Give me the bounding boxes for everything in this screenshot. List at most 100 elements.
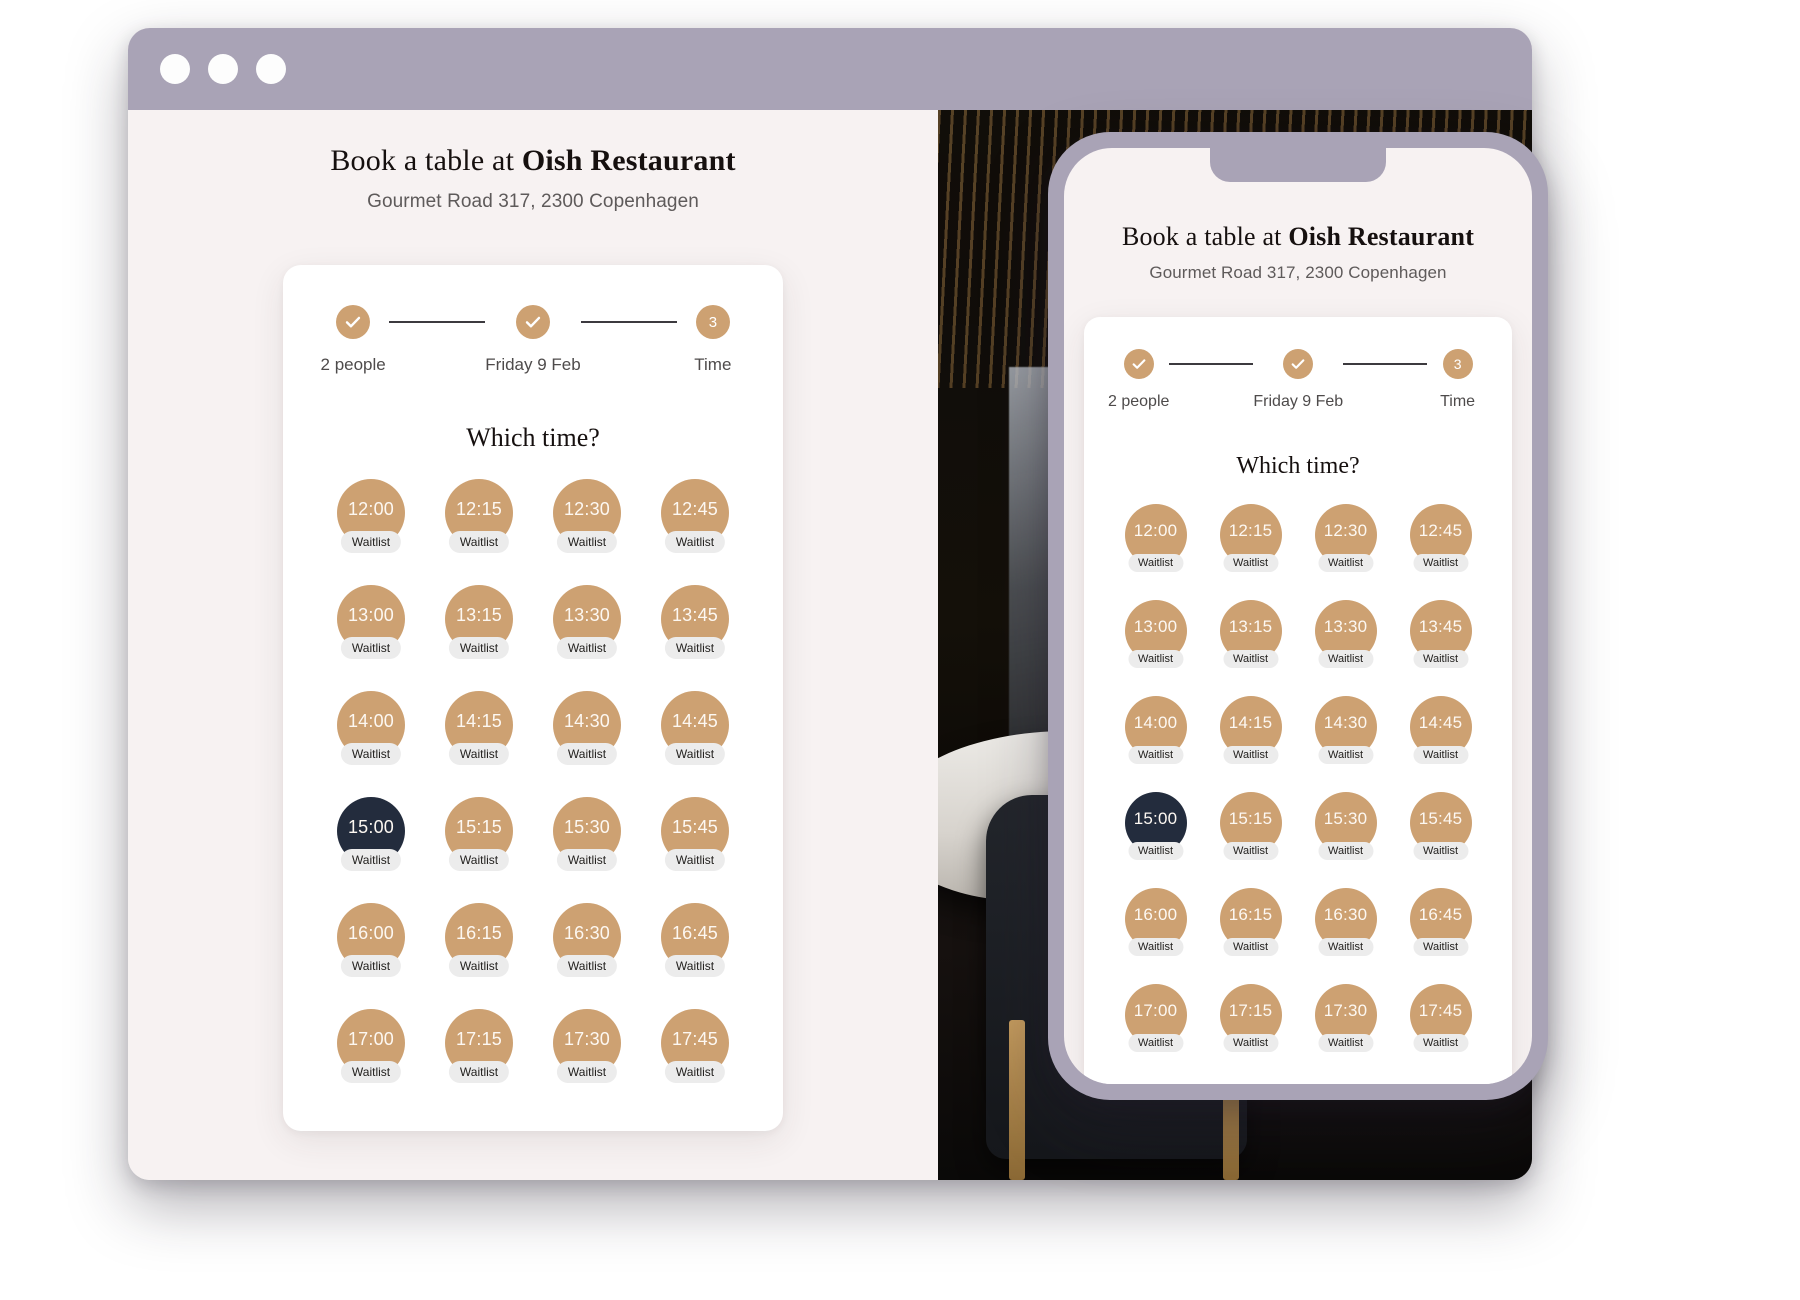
stepper-step-time-mobile[interactable]: 3 Time <box>1427 349 1488 411</box>
time-slot-label: 13:00 <box>1133 617 1178 636</box>
time-slot-1730[interactable]: 17:30 Waitlist <box>553 1009 621 1083</box>
restaurant-address-mobile: Gourmet Road 317, 2300 Copenhagen <box>1149 263 1447 282</box>
waitlist-badge: Waitlist <box>664 955 726 977</box>
time-slot-1645-mobile[interactable]: 16:45 Waitlist <box>1409 888 1472 956</box>
time-slot-1245-mobile[interactable]: 12:45 Waitlist <box>1409 504 1472 572</box>
restaurant-name-mobile: Oish Restaurant <box>1288 222 1475 251</box>
time-slot-1315-mobile[interactable]: 13:15 Waitlist <box>1219 600 1282 668</box>
time-slot-1515-mobile[interactable]: 15:15 Waitlist <box>1219 792 1282 860</box>
time-slot-1415-mobile[interactable]: 14:15 Waitlist <box>1219 696 1282 764</box>
step-number-badge: 3 <box>1442 349 1473 379</box>
time-slot-1400-mobile[interactable]: 14:00 Waitlist <box>1124 696 1187 764</box>
time-slot-1745[interactable]: 17:45 Waitlist <box>661 1009 729 1083</box>
waitlist-badge: Waitlist <box>556 849 618 871</box>
waitlist-badge: Waitlist <box>340 849 402 871</box>
waitlist-badge: Waitlist <box>448 955 510 977</box>
minimize-dot[interactable] <box>208 54 238 84</box>
time-slot-1215[interactable]: 12:15 Waitlist <box>445 479 513 553</box>
time-slot-1445-mobile[interactable]: 14:45 Waitlist <box>1409 696 1472 764</box>
waitlist-badge: Waitlist <box>664 531 726 553</box>
stepper-step-date-mobile[interactable]: Friday 9 Feb <box>1253 349 1343 411</box>
time-slot-1530-mobile[interactable]: 15:30 Waitlist <box>1314 792 1377 860</box>
time-slot-1200[interactable]: 12:00 Waitlist <box>337 479 405 553</box>
time-slot-1745-mobile[interactable]: 17:45 Waitlist <box>1409 984 1472 1052</box>
time-slot-1300-mobile[interactable]: 13:00 Waitlist <box>1124 600 1187 668</box>
stepper-label-time-mobile: Time <box>1440 393 1476 410</box>
time-slot-label: 14:15 <box>1228 713 1273 732</box>
waitlist-badge: Waitlist <box>1317 554 1374 572</box>
time-slot-1245[interactable]: 12:45 Waitlist <box>661 479 729 553</box>
stepper-label-date-mobile: Friday 9 Feb <box>1253 393 1344 410</box>
time-slot-1445[interactable]: 14:45 Waitlist <box>661 691 729 765</box>
time-slot-1500-mobile[interactable]: 15:00 Waitlist <box>1124 792 1187 860</box>
waitlist-badge: Waitlist <box>1127 1034 1184 1052</box>
time-slot-1715-mobile[interactable]: 17:15 Waitlist <box>1219 984 1282 1052</box>
waitlist-badge: Waitlist <box>664 743 726 765</box>
time-slot-1330[interactable]: 13:30 Waitlist <box>553 585 621 659</box>
time-slot-1600-mobile[interactable]: 16:00 Waitlist <box>1124 888 1187 956</box>
waitlist-badge: Waitlist <box>1412 938 1469 956</box>
time-slot-1215-mobile[interactable]: 12:15 Waitlist <box>1219 504 1282 572</box>
time-slot-1545[interactable]: 15:45 Waitlist <box>661 797 729 871</box>
time-slot-1200-mobile[interactable]: 12:00 Waitlist <box>1124 504 1187 572</box>
stepper-step-people-mobile[interactable]: 2 people <box>1108 349 1169 411</box>
time-slot-1300[interactable]: 13:00 Waitlist <box>337 585 405 659</box>
time-slot-1415[interactable]: 14:15 Waitlist <box>445 691 513 765</box>
waitlist-badge: Waitlist <box>556 743 618 765</box>
time-slot-label: 17:30 <box>1323 1001 1368 1020</box>
stepper-label-date: Friday 9 Feb <box>485 355 581 374</box>
time-slot-1400[interactable]: 14:00 Waitlist <box>337 691 405 765</box>
stepper-step-time[interactable]: 3 Time <box>677 305 749 375</box>
waitlist-badge: Waitlist <box>340 531 402 553</box>
time-slot-label: 13:30 <box>1323 617 1368 636</box>
time-slot-label: 12:45 <box>1418 521 1463 540</box>
page-title: Book a table at Oish Restaurant <box>128 144 938 178</box>
time-slot-label: 12:30 <box>563 498 611 519</box>
time-slot-1530[interactable]: 15:30 Waitlist <box>553 797 621 871</box>
time-slot-1230-mobile[interactable]: 12:30 Waitlist <box>1314 504 1377 572</box>
time-slot-1615[interactable]: 16:15 Waitlist <box>445 903 513 977</box>
time-slot-label: 12:30 <box>1323 521 1368 540</box>
stepper-connector-2-mobile <box>1343 363 1428 365</box>
time-slot-label: 13:00 <box>347 604 395 625</box>
time-slot-1730-mobile[interactable]: 17:30 Waitlist <box>1314 984 1377 1052</box>
time-slot-label: 14:15 <box>455 710 503 731</box>
time-slot-1515[interactable]: 15:15 Waitlist <box>445 797 513 871</box>
time-slot-label: 14:45 <box>1418 713 1463 732</box>
check-icon <box>336 305 371 339</box>
time-slot-label: 12:45 <box>671 498 719 519</box>
stepper-step-date[interactable]: Friday 9 Feb <box>485 305 581 375</box>
time-slot-1430-mobile[interactable]: 14:30 Waitlist <box>1314 696 1377 764</box>
time-slot-1500[interactable]: 15:00 Waitlist <box>337 797 405 871</box>
time-slot-1345-mobile[interactable]: 13:45 Waitlist <box>1409 600 1472 668</box>
stepper-connector-2 <box>580 321 677 323</box>
time-slot-1630[interactable]: 16:30 Waitlist <box>553 903 621 977</box>
time-slot-1700[interactable]: 17:00 Waitlist <box>337 1009 405 1083</box>
time-slot-grid: 12:00 Waitlist 12:15 Waitlist 12:30 Waitlist 1… <box>317 479 749 1095</box>
time-slot-1645[interactable]: 16:45 Waitlist <box>661 903 729 977</box>
time-slot-grid-mobile: 12:00 Waitlist 12:15 Waitlist 12:30 Waitlist 1… <box>1108 504 1488 1062</box>
stepper-label-people: 2 people <box>320 355 386 374</box>
time-slot-1715[interactable]: 17:15 Waitlist <box>445 1009 513 1083</box>
time-slot-1700-mobile[interactable]: 17:00 Waitlist <box>1124 984 1187 1052</box>
time-slot-1630-mobile[interactable]: 16:30 Waitlist <box>1314 888 1377 956</box>
time-slot-1615-mobile[interactable]: 16:15 Waitlist <box>1219 888 1282 956</box>
time-slot-1430[interactable]: 14:30 Waitlist <box>553 691 621 765</box>
page-title-mobile: Book a table at Oish Restaurant <box>1064 222 1532 252</box>
time-slot-1545-mobile[interactable]: 15:45 Waitlist <box>1409 792 1472 860</box>
stepper-step-people[interactable]: 2 people <box>317 305 389 375</box>
restaurant-name: Oish Restaurant <box>521 144 736 177</box>
waitlist-badge: Waitlist <box>340 955 402 977</box>
time-slot-1600[interactable]: 16:00 Waitlist <box>337 903 405 977</box>
time-slot-1345[interactable]: 13:45 Waitlist <box>661 585 729 659</box>
maximize-dot[interactable] <box>256 54 286 84</box>
time-slot-1330-mobile[interactable]: 13:30 Waitlist <box>1314 600 1377 668</box>
waitlist-badge: Waitlist <box>340 1061 402 1083</box>
time-slot-label: 16:45 <box>671 922 719 943</box>
close-dot[interactable] <box>160 54 190 84</box>
time-slot-1230[interactable]: 12:30 Waitlist <box>553 479 621 553</box>
time-slot-1315[interactable]: 13:15 Waitlist <box>445 585 513 659</box>
browser-title-bar <box>128 28 1532 110</box>
waitlist-badge: Waitlist <box>1317 746 1374 764</box>
time-slot-label: 13:45 <box>1418 617 1463 636</box>
